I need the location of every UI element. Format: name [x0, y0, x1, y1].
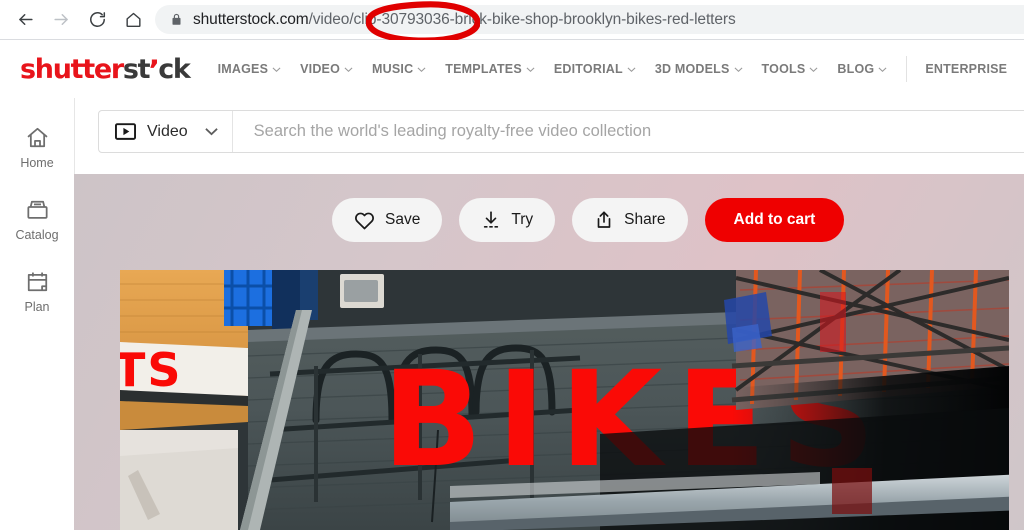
- save-label: Save: [385, 211, 421, 228]
- video-play-icon: [115, 123, 136, 140]
- arrow-right-icon: [53, 13, 68, 26]
- sidebar-item-home[interactable]: Home: [5, 122, 69, 170]
- search-input[interactable]: [232, 111, 1024, 152]
- nav-item-templates[interactable]: TEMPLATES: [445, 62, 535, 76]
- search-type-dropdown[interactable]: Video: [99, 111, 232, 152]
- back-button[interactable]: [12, 7, 38, 33]
- lock-icon: [170, 13, 183, 26]
- sidebar-item-plan[interactable]: Plan: [5, 266, 69, 314]
- nav-label: EDITORIAL: [553, 62, 623, 76]
- chevron-down-icon: [417, 66, 426, 72]
- media-hero-area: Save Try Share Add to cart TS BIKES: [74, 174, 1024, 530]
- nav-label: 3D MODELS: [654, 62, 730, 76]
- logo-part-3: ck: [158, 53, 191, 85]
- chevron-down-icon: [809, 66, 818, 72]
- nav-label: TOOLS: [761, 62, 806, 76]
- reload-button[interactable]: [84, 7, 110, 33]
- chevron-down-icon: [878, 66, 887, 72]
- nav-divider: [906, 56, 908, 82]
- try-label: Try: [511, 211, 534, 228]
- nav-item-tools[interactable]: TOOLS: [762, 62, 819, 76]
- share-upload-icon: [597, 211, 611, 228]
- video-preview-image[interactable]: TS BIKES: [120, 270, 1009, 530]
- house-icon: [25, 122, 50, 152]
- nav-item-music[interactable]: MUSIC: [372, 62, 426, 76]
- site-header: shutter st’ ck IMAGES VIDEO MUSIC TEMPLATE…: [0, 40, 1024, 98]
- home-icon: [125, 12, 141, 28]
- nav-label: TEMPLATES: [445, 62, 522, 76]
- share-label: Share: [624, 211, 666, 228]
- share-button[interactable]: Share: [572, 198, 688, 242]
- chevron-down-icon: [344, 66, 353, 72]
- sidebar-item-label: Plan: [24, 300, 50, 314]
- reload-icon: [89, 12, 105, 27]
- chevron-down-icon: [526, 66, 535, 72]
- try-button[interactable]: Try: [459, 198, 556, 242]
- browser-toolbar: shutterstock.com/video/clip-30793036-bri…: [0, 0, 1024, 39]
- nav-label: MUSIC: [372, 62, 414, 76]
- nav-item-blog[interactable]: BLOG: [837, 62, 887, 76]
- add-to-cart-button[interactable]: Add to cart: [704, 198, 845, 242]
- url-text: shutterstock.com/video/clip-30793036-bri…: [193, 10, 736, 28]
- home-button[interactable]: [120, 7, 146, 33]
- sidebar-item-label: Catalog: [15, 228, 59, 242]
- sidebar-item-label: Home: [20, 156, 54, 170]
- nav-item-enterprise[interactable]: ENTERPRISE: [925, 62, 1007, 76]
- chevron-down-icon: [272, 66, 281, 72]
- arrow-left-icon: [18, 13, 33, 26]
- main-navigation: IMAGES VIDEO MUSIC TEMPLATES EDITORIAL 3…: [218, 56, 1008, 82]
- forward-button[interactable]: [48, 7, 74, 33]
- logo-part-2: st: [122, 53, 151, 85]
- archive-tray-icon: [25, 194, 50, 224]
- chevron-down-icon: [204, 128, 218, 136]
- download-icon: [484, 211, 499, 228]
- search-type-label: Video: [147, 122, 188, 140]
- search-bar: Video: [98, 110, 1024, 153]
- save-button[interactable]: Save: [332, 198, 443, 242]
- action-button-bar: Save Try Share Add to cart: [332, 198, 845, 242]
- left-sidebar: Home Catalog Plan: [0, 98, 74, 530]
- logo-part-1: shutter: [20, 53, 124, 85]
- svg-text:TS: TS: [120, 343, 183, 397]
- photo-content: TS BIKES: [120, 270, 1009, 530]
- nav-item-video[interactable]: VIDEO: [300, 62, 353, 76]
- heart-icon: [355, 212, 374, 229]
- nav-item-3d-models[interactable]: 3D MODELS: [655, 62, 743, 76]
- nav-label: VIDEO: [300, 62, 341, 76]
- nav-label: IMAGES: [217, 62, 269, 76]
- calendar-icon: [25, 266, 50, 296]
- logo-comma-glyph: ’: [148, 54, 161, 86]
- nav-label: BLOG: [837, 62, 875, 76]
- nav-label: ENTERPRISE: [925, 62, 1008, 76]
- add-to-cart-label: Add to cart: [733, 211, 816, 228]
- address-bar[interactable]: shutterstock.com/video/clip-30793036-bri…: [155, 5, 1024, 34]
- shutterstock-logo[interactable]: shutter st’ ck: [20, 53, 191, 86]
- nav-item-editorial[interactable]: EDITORIAL: [554, 62, 636, 76]
- sidebar-item-catalog[interactable]: Catalog: [5, 194, 69, 242]
- chevron-down-icon: [734, 66, 743, 72]
- chevron-down-icon: [627, 66, 636, 72]
- nav-item-images[interactable]: IMAGES: [218, 62, 282, 76]
- rail-divider: [74, 98, 75, 174]
